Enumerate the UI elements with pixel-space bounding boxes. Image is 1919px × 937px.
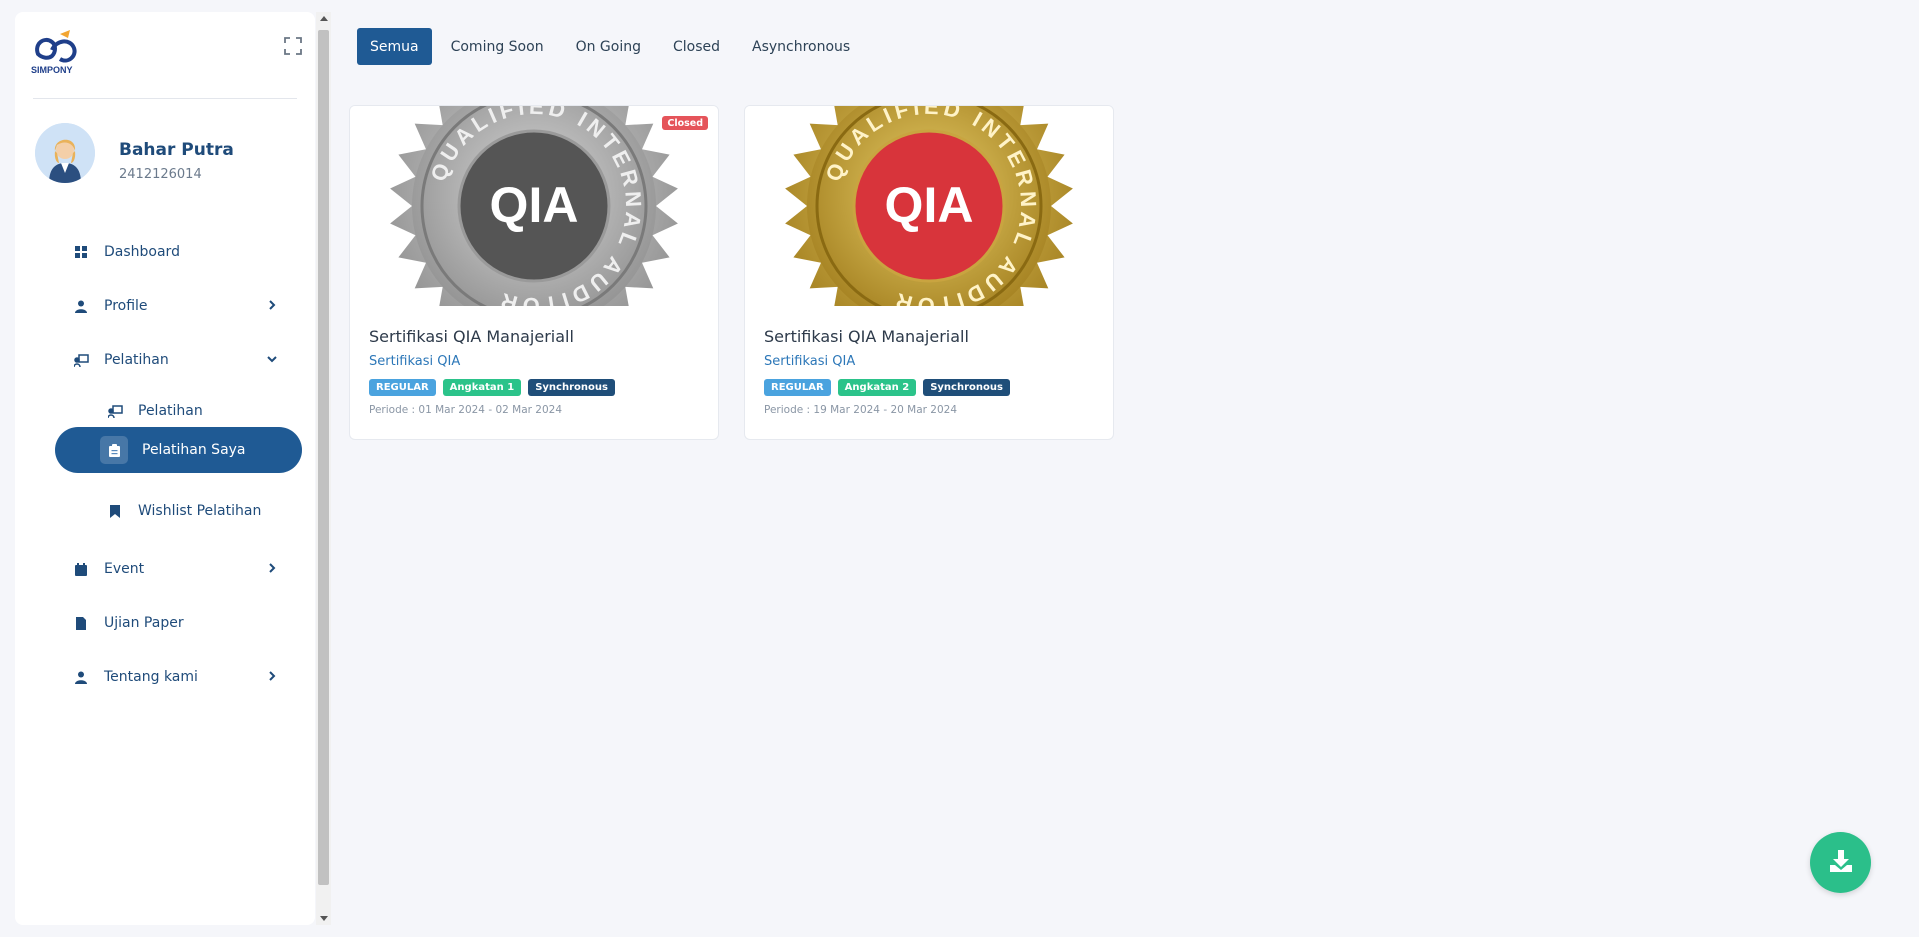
dashboard-icon xyxy=(73,244,89,260)
card-period: Periode : 01 Mar 2024 - 02 Mar 2024 xyxy=(369,404,563,416)
simpony-logo[interactable]: SIMPONY xyxy=(30,26,82,76)
sidebar: SIMPONY Bahar Putra 2412126014 Dashboard… xyxy=(15,12,315,925)
training-card[interactable]: QUALIFIED INTERNAL AUDITOR QIA Sertifika… xyxy=(744,105,1114,440)
sidebar-item-profile[interactable]: Profile xyxy=(55,284,300,328)
tab-coming-soon[interactable]: Coming Soon xyxy=(438,28,557,65)
user-icon xyxy=(73,298,89,314)
filter-tabs: Semua Coming Soon On Going Closed Asynch… xyxy=(357,28,863,65)
tab-asynchronous[interactable]: Asynchronous xyxy=(739,28,863,65)
card-title: Sertifikasi QIA Manajeriall xyxy=(764,327,969,346)
sidebar-subitem-pelatihan-saya[interactable]: Pelatihan Saya xyxy=(55,427,302,473)
card-badges: REGULAR Angkatan 1 Synchronous xyxy=(369,379,615,396)
sidebar-item-label: Ujian Paper xyxy=(104,615,184,631)
card-badges: REGULAR Angkatan 2 Synchronous xyxy=(764,379,1010,396)
sidebar-item-label: Dashboard xyxy=(104,244,180,260)
user-id: 2412126014 xyxy=(119,167,202,182)
calendar-icon xyxy=(73,561,89,577)
sidebar-scrollbar[interactable] xyxy=(316,12,331,925)
tab-semua[interactable]: Semua xyxy=(357,28,432,65)
badge-angkatan: Angkatan 2 xyxy=(837,379,917,396)
chevron-right-icon xyxy=(266,299,278,311)
file-icon xyxy=(73,615,89,631)
seal-body: QUALIFIED INTERNAL AUDITOR QIA xyxy=(785,106,1073,351)
user-name: Bahar Putra xyxy=(119,140,234,160)
clipboard-icon xyxy=(100,436,128,464)
chevron-right-icon xyxy=(266,670,278,682)
sidebar-item-label: Pelatihan Saya xyxy=(142,442,246,458)
sidebar-item-label: Pelatihan xyxy=(104,352,169,368)
sidebar-item-label: Wishlist Pelatihan xyxy=(138,503,262,519)
download-button[interactable] xyxy=(1810,832,1871,893)
seal-text: QIA xyxy=(490,177,579,233)
card-subtitle: Sertifikasi QIA xyxy=(369,354,461,369)
sidebar-item-tentang-kami[interactable]: Tentang kami xyxy=(55,655,300,699)
sidebar-item-dashboard[interactable]: Dashboard xyxy=(55,230,300,274)
qia-seal-image: QUALIFIED INTERNAL AUDITOR QIA xyxy=(745,106,1113,351)
seal-body: QUALIFIED INTERNAL AUDITOR QIA xyxy=(390,106,678,351)
avatar xyxy=(35,123,95,183)
tab-closed[interactable]: Closed xyxy=(660,28,733,65)
scroll-up-icon[interactable] xyxy=(320,16,328,21)
sidebar-item-label: Pelatihan xyxy=(138,403,203,419)
tab-on-going[interactable]: On Going xyxy=(563,28,654,65)
training-icon xyxy=(73,352,89,368)
badge-synchronous: Synchronous xyxy=(528,379,615,396)
status-badge: Closed xyxy=(662,116,708,130)
fullscreen-icon[interactable] xyxy=(283,36,303,56)
sidebar-item-label: Tentang kami xyxy=(104,669,198,685)
divider xyxy=(33,98,297,99)
seal-text: QIA xyxy=(885,177,974,233)
qia-seal-image: QUALIFIED INTERNAL AUDITOR QIA xyxy=(350,106,718,351)
bookmark-icon xyxy=(107,503,123,519)
user-icon xyxy=(73,669,89,685)
scrollbar-thumb[interactable] xyxy=(318,30,329,885)
chevron-right-icon xyxy=(266,562,278,574)
chevron-down-icon xyxy=(266,353,278,365)
download-icon xyxy=(1828,848,1854,878)
card-title: Sertifikasi QIA Manajeriall xyxy=(369,327,574,346)
badge-synchronous: Synchronous xyxy=(923,379,1010,396)
sidebar-item-label: Event xyxy=(104,561,145,577)
scroll-down-icon[interactable] xyxy=(320,916,328,921)
training-icon xyxy=(107,403,123,419)
badge-angkatan: Angkatan 1 xyxy=(442,379,522,396)
training-card[interactable]: QUALIFIED INTERNAL AUDITOR QIA Closed Se… xyxy=(349,105,719,440)
card-subtitle: Sertifikasi QIA xyxy=(764,354,856,369)
sidebar-item-pelatihan[interactable]: Pelatihan xyxy=(55,338,300,382)
badge-regular: REGULAR xyxy=(369,379,436,396)
badge-regular: REGULAR xyxy=(764,379,831,396)
sidebar-subitem-wishlist[interactable]: Wishlist Pelatihan xyxy=(55,489,303,533)
card-period: Periode : 19 Mar 2024 - 20 Mar 2024 xyxy=(764,404,958,416)
sidebar-item-event[interactable]: Event xyxy=(55,547,300,591)
sidebar-item-label: Profile xyxy=(104,298,148,314)
sidebar-item-ujian-paper[interactable]: Ujian Paper xyxy=(55,601,300,645)
logo-text: SIMPONY xyxy=(31,65,73,75)
